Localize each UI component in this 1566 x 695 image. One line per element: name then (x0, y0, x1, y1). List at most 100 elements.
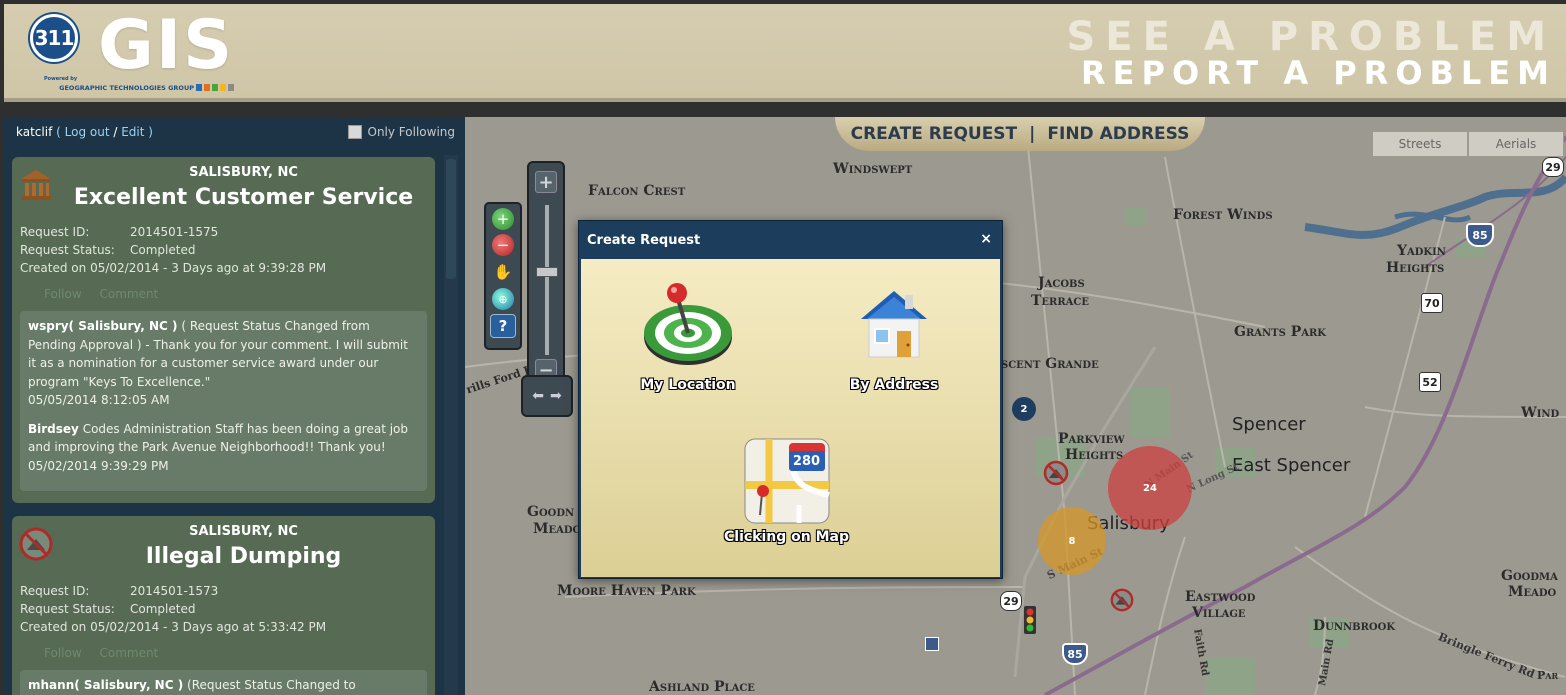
map-label: Falcon Crest (588, 183, 686, 199)
request-actions: Follow Comment (44, 287, 172, 301)
create-request-link[interactable]: CREATE REQUEST (851, 124, 1018, 144)
map-label: Parkview (1058, 431, 1125, 447)
map-label: Yadkin (1397, 243, 1446, 259)
by-address-label: By Address (849, 377, 939, 393)
cluster-marker[interactable]: 24 (1108, 446, 1192, 530)
comment-date: 05/05/2014 8:12:05 AM (28, 393, 170, 407)
pan-right-icon[interactable]: ➡ (550, 388, 562, 404)
map-label: Goodma (1501, 568, 1558, 584)
request-card[interactable]: SALISBURY, NC Excellent Customer Service… (12, 157, 435, 503)
zoom-track[interactable] (545, 205, 549, 355)
request-actions: Follow Comment (44, 646, 172, 660)
basemap-aerials-button[interactable]: Aerials (1468, 131, 1564, 157)
map-label: Windswept (833, 161, 913, 177)
my-location-label: My Location (640, 377, 736, 393)
comment-link[interactable]: Comment (99, 646, 158, 660)
map-tool-panel: + − ✋ ⊕ ? (484, 202, 522, 350)
basemap-toggle: Streets Aerials (1372, 131, 1564, 157)
edit-link[interactable]: Edit (121, 125, 144, 139)
zoom-in-tool-icon[interactable]: + (492, 208, 514, 230)
request-meta: Request ID: 2014501-1573 Request Status: C… (20, 582, 326, 636)
no-dumping-marker-icon[interactable] (1109, 587, 1135, 613)
close-icon[interactable]: × (980, 231, 992, 247)
request-card[interactable]: SALISBURY, NC Illegal Dumping Request ID… (12, 516, 435, 695)
follow-link[interactable]: Follow (44, 287, 82, 301)
request-meta: Request ID: 2014501-1575 Request Status: C… (20, 223, 326, 277)
route-shield: 70 (1421, 293, 1443, 313)
request-id-label: Request ID: (20, 584, 90, 598)
help-icon[interactable]: ? (490, 314, 516, 338)
request-title[interactable]: Illegal Dumping (12, 544, 435, 569)
request-city: SALISBURY, NC (189, 524, 298, 539)
interstate-shield: 85 (1466, 223, 1494, 247)
request-created: Created on 05/02/2014 - 3 Days ago at 9:… (20, 261, 327, 275)
zoom-out-tool-icon[interactable]: − (492, 234, 514, 256)
route-shield: 29 (1000, 591, 1022, 611)
follow-link[interactable]: Follow (44, 646, 82, 660)
cluster-marker[interactable]: 8 (1038, 507, 1106, 575)
no-dumping-marker-icon[interactable] (1042, 459, 1070, 487)
comment-list: wspry( Salisbury, NC ) ( Request Status … (20, 311, 427, 491)
traffic-light-marker-icon[interactable] (1021, 605, 1039, 635)
comment-author: mhann( Salisbury, NC ) (28, 678, 184, 692)
sidebar-scrollbar-thumb[interactable] (446, 159, 456, 279)
slogan-report-problem: REPORT A PROBLEM (1080, 54, 1556, 92)
only-following-toggle[interactable]: Only Following (347, 125, 455, 139)
site-header: 311 GIS Powered by GEOGRAPHIC TECHNOLOGI… (4, 4, 1566, 102)
only-following-checkbox[interactable] (347, 125, 362, 139)
basemap-streets-button[interactable]: Streets (1372, 131, 1468, 157)
logo-company-name: GEOGRAPHIC TECHNOLOGIES GROUP (59, 84, 194, 92)
logo-square (228, 84, 234, 91)
pan-hand-icon[interactable]: ✋ (490, 260, 516, 284)
zoom-in-button[interactable]: + (535, 171, 557, 193)
map-label: Meado (533, 521, 582, 537)
by-address-option[interactable]: By Address (839, 279, 949, 393)
comment-item: mhann( Salisbury, NC ) (Request Status C… (28, 676, 419, 695)
pan-arrows[interactable]: ⬅ ➡ (521, 375, 573, 417)
house-icon (839, 279, 949, 373)
clicking-on-map-option[interactable]: 280 Clicking on Map (724, 435, 849, 545)
zoom-slider[interactable]: + − (527, 161, 565, 393)
pan-left-icon[interactable]: ⬅ (532, 388, 544, 404)
map-label: Ashland Place (649, 679, 755, 695)
cluster-marker[interactable]: 2 (1012, 397, 1036, 421)
comment-item: Birdsey Codes Administration Staff has b… (28, 420, 419, 476)
request-status-label: Request Status: (20, 602, 115, 616)
map-label: Par (1537, 669, 1559, 682)
create-request-dialog: Create Request × My Location By Address … (578, 220, 1003, 579)
request-status: Completed (130, 243, 196, 257)
user-bar: katclif ( Log out / Edit ) (16, 125, 153, 139)
logo-color-squares (196, 84, 234, 91)
map-label: Terrace (1031, 293, 1090, 309)
zoom-thumb[interactable] (536, 267, 558, 277)
request-id: 2014501-1573 (130, 584, 219, 598)
map-poi-icon (925, 637, 939, 651)
road-map-icon: 280 (739, 435, 835, 525)
logo-311-badge[interactable]: 311 (30, 14, 78, 62)
route-shield: 29 (1542, 157, 1564, 177)
request-city: SALISBURY, NC (189, 165, 298, 180)
comment-text: (Request Status Changed to (183, 678, 356, 692)
map-label: Meado (1508, 584, 1557, 600)
app-window: 311 GIS Powered by GEOGRAPHIC TECHNOLOGI… (0, 0, 1566, 695)
comment-text: Codes Administration Staff has been doin… (28, 421, 409, 455)
dialog-body: My Location By Address 280 Clicking on M… (581, 259, 1000, 577)
comment-link[interactable]: Comment (99, 287, 158, 301)
comment-date: 05/02/2014 9:39:29 PM (28, 458, 169, 473)
comment-author: Birdsey (28, 421, 79, 436)
logout-link[interactable]: Log out (65, 125, 110, 139)
request-created: Created on 05/02/2014 - 3 Days ago at 5:… (20, 620, 327, 634)
map-label: Grants Park (1234, 324, 1326, 340)
logo-square (196, 84, 202, 91)
logo-square (204, 84, 210, 91)
logo-square (212, 84, 218, 91)
request-id: 2014501-1575 (130, 225, 219, 239)
logo-gis-text[interactable]: GIS (98, 6, 234, 85)
request-title[interactable]: Excellent Customer Service (12, 185, 435, 210)
my-location-option[interactable]: My Location (633, 279, 743, 393)
map-label: Dunnbrook (1313, 618, 1396, 634)
full-extent-icon[interactable]: ⊕ (492, 288, 514, 310)
interstate-shield: 85 (1062, 643, 1088, 665)
find-address-link[interactable]: FIND ADDRESS (1047, 124, 1189, 144)
map-label: East Spencer (1232, 455, 1351, 476)
